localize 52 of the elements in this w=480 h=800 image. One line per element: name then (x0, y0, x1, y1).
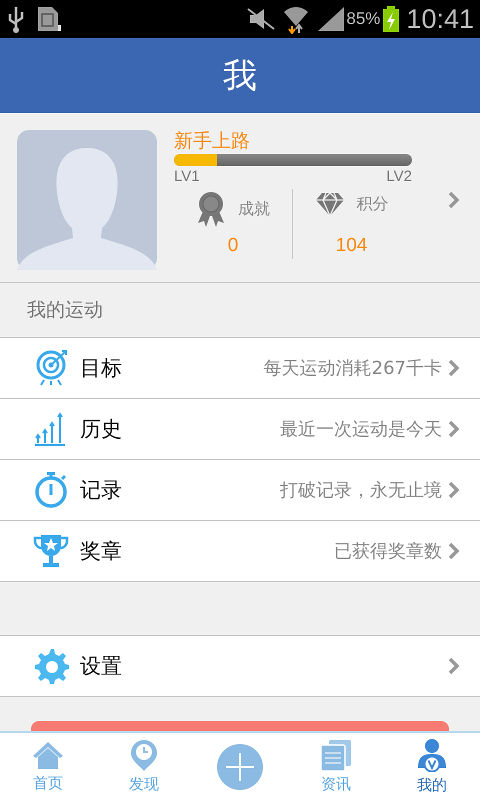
location-pin-icon (130, 739, 158, 771)
menu-label: 设置 (80, 653, 122, 680)
usb-icon (6, 5, 26, 33)
tab-label: 资讯 (321, 775, 351, 794)
level-label: LV1 (174, 168, 200, 185)
diamond-icon (314, 191, 344, 217)
clock-time: 10:41 (406, 4, 474, 34)
sim-card-icon (36, 5, 62, 33)
menu-label: 历史 (80, 416, 122, 443)
level-label: LV2 (386, 168, 412, 185)
tab-label: 首页 (33, 774, 63, 793)
menu-item[interactable]: 记录 打破记录，永无止境 (0, 460, 480, 521)
tab-label: 发现 (129, 775, 159, 794)
battery-icon (382, 5, 400, 33)
chevron-icon (448, 359, 460, 377)
tab-label: 我的 (417, 776, 447, 795)
tab-item[interactable]: 我的 (384, 733, 480, 800)
page-title: 我 (223, 54, 257, 98)
stat-value: 0 (228, 235, 238, 257)
wifi-icon (282, 4, 310, 34)
settings-icon (33, 647, 71, 685)
section-heading: 我的运动 (26, 298, 104, 323)
mute-icon (246, 7, 276, 31)
stat-label: 积分 (356, 194, 388, 214)
menu-label: 记录 (80, 477, 122, 504)
battery-percent: 85% (346, 9, 380, 29)
menu-detail: 最近一次运动是今天 (279, 418, 442, 441)
profile-icon (416, 738, 448, 772)
menu-detail: 已获得奖章数 (333, 540, 442, 563)
menu-label: 奖章 (80, 538, 122, 565)
add-button[interactable] (217, 744, 263, 790)
rank-title: 新手上路 (174, 130, 251, 152)
menu-item[interactable]: 设置 (0, 636, 480, 697)
signal-icon (316, 5, 346, 33)
home-icon (32, 740, 64, 770)
menu-item[interactable]: 目标 每天运动消耗267千卡 (0, 338, 480, 399)
medal-icon (196, 191, 226, 227)
plus-icon (225, 752, 255, 782)
trophy-icon (33, 532, 71, 570)
menu-item[interactable]: 历史 最近一次运动是今天 (0, 399, 480, 460)
chevron-icon (448, 481, 460, 499)
documents-icon (320, 739, 352, 771)
chevron-icon (448, 420, 460, 438)
menu-label: 目标 (80, 355, 122, 382)
menu-detail: 打破记录，永无止境 (279, 479, 442, 502)
stat-label: 成就 (238, 198, 270, 220)
chevron-icon (448, 657, 460, 675)
stat-value: 104 (336, 235, 368, 257)
chevron-icon (448, 542, 460, 560)
menu-item[interactable]: 奖章 已获得奖章数 (0, 521, 480, 582)
menu-detail: 每天运动消耗267千卡 (262, 357, 442, 380)
chevron-icon (448, 191, 460, 209)
